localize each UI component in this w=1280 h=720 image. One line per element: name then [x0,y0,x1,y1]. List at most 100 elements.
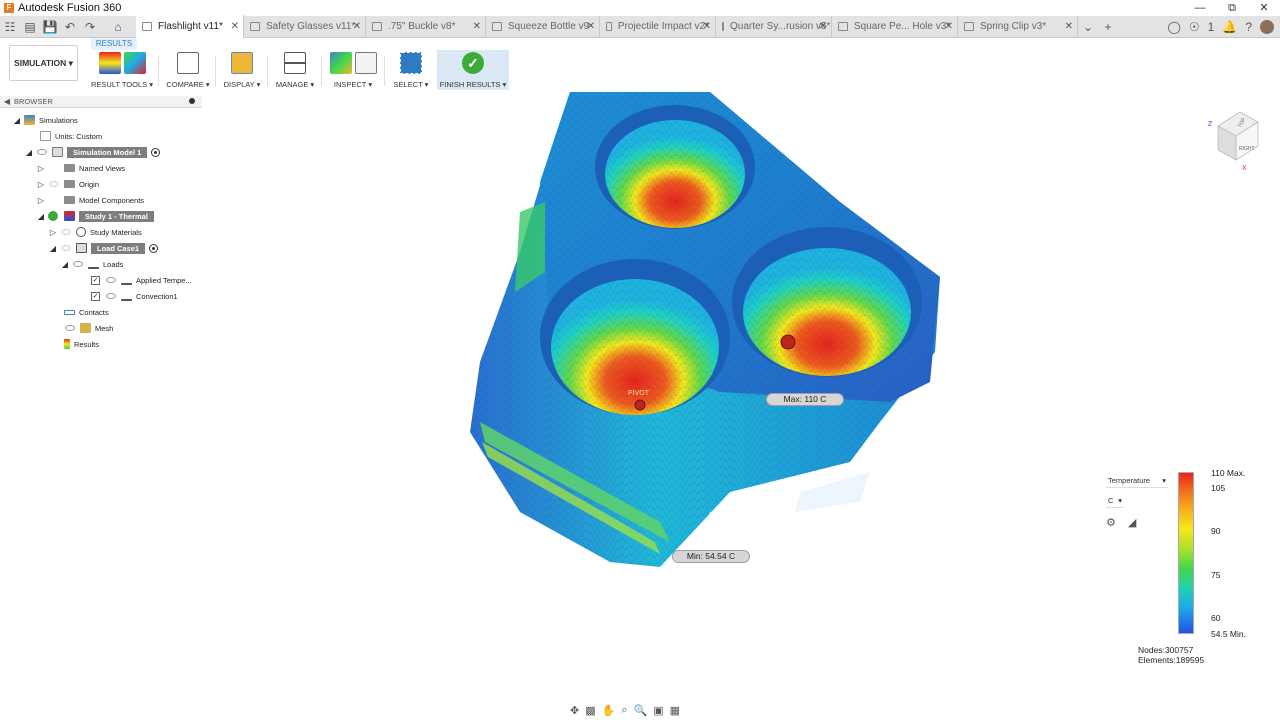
pin-icon[interactable] [189,98,195,104]
tree-item-contacts[interactable]: Contacts [62,305,109,319]
manage-group[interactable]: MANAGE ▾ [274,52,316,92]
tree-item-applied-temperature[interactable]: ✓ Applied Tempe... [88,273,192,287]
visibility-eye-icon[interactable] [65,325,75,331]
tree-item-mesh[interactable]: Mesh [62,321,113,335]
legend-controls: Temperature ▾ C ▾ ⚙ ◢ [1106,474,1168,529]
visibility-eye-icon[interactable] [49,181,59,187]
tree-item-convection[interactable]: ✓ Convection1 [88,289,178,303]
select-group[interactable]: SELECT ▾ [392,52,430,92]
tab-buckle[interactable]: .75" Buckle v8* ✕ [366,15,486,38]
tab-overflow-chevron-icon[interactable]: ⌄ [1078,16,1098,38]
file-menu-icon[interactable]: ▤ [20,16,40,38]
extensions-icon[interactable]: ☉ [1189,20,1200,34]
result-type-dropdown[interactable]: Temperature ▾ [1106,474,1168,488]
tab-flashlight[interactable]: Flashlight v11* ✕ [136,15,244,38]
tab-results[interactable]: RESULTS [91,38,137,50]
unit-dropdown[interactable]: C ▾ [1106,494,1124,508]
bell-icon[interactable]: 🔔 [1222,20,1237,34]
job-status-icon[interactable]: ◯ [1167,20,1180,34]
display-group[interactable]: DISPLAY ▾ [222,52,262,92]
expand-triangle-icon[interactable]: ◢ [48,244,58,253]
tree-item-origin[interactable]: ▷ Origin [36,177,99,191]
restore-icon[interactable]: ⧉ [1216,0,1248,16]
document-icon [964,22,974,31]
close-tab-icon[interactable]: ✕ [1065,21,1073,32]
finish-results-group[interactable]: ✓ FINISH RESULTS ▾ [437,50,509,90]
tree-item-named-views[interactable]: ▷ Named Views [36,161,125,175]
close-icon[interactable]: ✕ [1248,0,1280,16]
checkbox[interactable]: ✓ [91,291,100,301]
max-probe-label[interactable]: Max: 110 C [766,393,844,406]
tab-quarter-sy[interactable]: Quarter Sy...rusion v5* ✕ [716,15,832,38]
expand-triangle-icon[interactable]: ◢ [24,148,34,157]
undo-icon[interactable]: ↶ [60,16,80,38]
legend-settings-icon[interactable]: ◢ [1128,516,1136,529]
expand-triangle-icon[interactable]: ◢ [60,260,70,269]
min-probe-label[interactable]: Min: 54.54 C [672,550,750,563]
result-tools-group[interactable]: RESULT TOOLS ▾ [91,52,153,92]
compare-group[interactable]: COMPARE ▾ [166,52,210,92]
tab-square-peg[interactable]: Square Pe... Hole v3* ✕ [832,15,958,38]
notification-count[interactable]: 1 [1208,20,1215,34]
expand-triangle-icon[interactable]: ◢ [36,212,46,221]
avatar[interactable] [1260,20,1274,34]
help-icon[interactable]: ? [1245,20,1252,34]
workspace-switcher-button[interactable]: SIMULATION ▾ [9,45,78,81]
view-cube[interactable]: TOP RIGHT Z X [1206,104,1266,170]
grid-settings-icon[interactable]: ▦ [670,704,680,717]
close-tab-icon[interactable]: ✕ [945,21,953,32]
expand-triangle-icon[interactable]: ▷ [36,180,46,189]
checkbox[interactable]: ✓ [91,275,100,285]
tab-spring-clip[interactable]: Spring Clip v3* ✕ [958,15,1078,38]
expand-triangle-icon[interactable]: ▷ [36,164,46,173]
tree-item-loads[interactable]: ◢ Loads [60,257,123,271]
tab-projectile-impact[interactable]: Projectile Impact v2* ✕ [600,15,716,38]
visibility-eye-icon[interactable] [61,229,71,235]
inspect-group[interactable]: INSPECT ▾ [328,52,378,92]
collapse-triangle-icon[interactable]: ◀ [0,97,14,106]
activate-target-icon[interactable] [151,147,161,157]
tree-item-simulation-model[interactable]: ◢ Simulation Model 1 [24,145,161,159]
chevron-down-icon: ▾ [1162,476,1166,485]
close-tab-icon[interactable]: ✕ [231,21,239,32]
close-tab-icon[interactable]: ✕ [473,21,481,32]
elements-value: 189595 [1175,654,1205,665]
tree-item-units[interactable]: Units: Custom [38,129,102,143]
gear-icon[interactable]: ⚙ [1106,516,1116,529]
redo-icon[interactable]: ↷ [80,16,100,38]
visibility-eye-icon[interactable] [61,245,71,251]
new-tab-plus-icon[interactable]: + [1098,16,1118,38]
tab-safety-glasses[interactable]: Safety Glasses v11* ✕ [244,15,366,38]
expand-triangle-icon[interactable]: ▷ [36,196,46,205]
activate-target-icon[interactable] [149,243,159,253]
close-tab-icon[interactable]: ✕ [819,21,827,32]
orbit-icon[interactable]: ✥ [570,704,579,717]
pan-hand-icon[interactable]: ✋ [602,704,616,717]
tree-item-simulations[interactable]: ◢ Simulations [12,113,78,127]
close-tab-icon[interactable]: ✕ [353,21,361,32]
app-grid-icon[interactable]: ☷ [0,16,20,38]
expand-triangle-icon[interactable]: ▷ [48,228,58,237]
browser-header[interactable]: ◀ BROWSER [0,96,202,108]
visibility-eye-icon[interactable] [106,293,116,299]
display-settings-icon[interactable]: ▣ [653,704,663,717]
close-tab-icon[interactable]: ✕ [587,21,595,32]
tree-item-study-thermal[interactable]: ◢ Study 1 - Thermal [36,209,154,223]
zoom-icon[interactable]: ⌕ [621,704,627,717]
thermal-result-model[interactable]: PIVOT [460,92,950,577]
close-tab-icon[interactable]: ✕ [703,21,711,32]
tree-item-results[interactable]: Results [62,337,99,351]
minimize-icon[interactable]: — [1184,0,1216,16]
expand-triangle-icon[interactable]: ◢ [12,116,22,125]
home-icon[interactable]: ⌂ [100,16,136,38]
tree-item-study-materials[interactable]: ▷ Study Materials [48,225,142,239]
visibility-eye-icon[interactable] [106,277,116,283]
fit-zoom-icon[interactable]: 🔍 [634,704,648,717]
visibility-eye-icon[interactable] [73,261,83,267]
visibility-eye-icon[interactable] [37,149,47,155]
look-at-icon[interactable]: ▩ [585,704,595,717]
save-icon[interactable]: 💾 [40,16,60,38]
tree-item-load-case[interactable]: ◢ Load Case1 [48,241,159,255]
tab-squeeze-bottle[interactable]: Squeeze Bottle v9 ✕ [486,15,600,38]
tree-item-model-components[interactable]: ▷ Model Components [36,193,144,207]
